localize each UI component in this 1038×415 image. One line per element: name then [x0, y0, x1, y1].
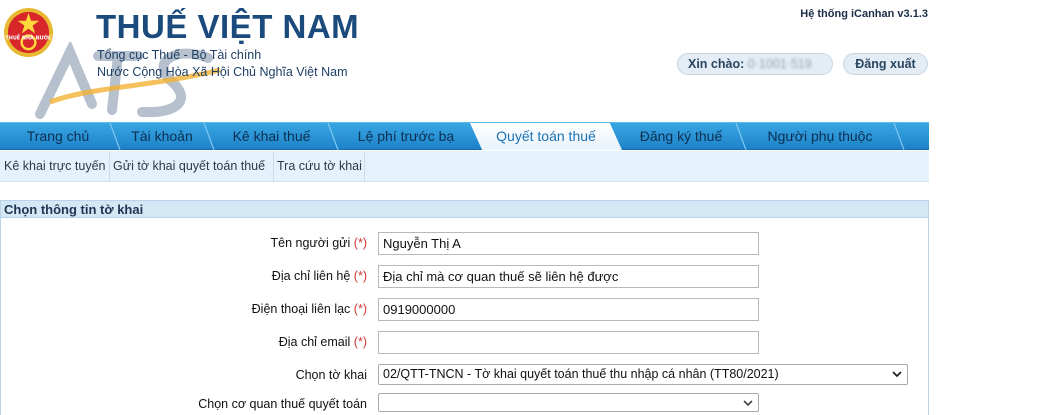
required-mark: (*): [353, 269, 367, 283]
required-mark: (*): [353, 302, 367, 316]
sender-name-input[interactable]: Nguyễn Thị A: [378, 232, 759, 255]
required-mark: (*): [353, 335, 367, 349]
sub-nav-online-declaration[interactable]: Kê khai trực tuyến: [0, 151, 110, 182]
site-header: THUẾ NHÀ NƯỚC THUẾ VIỆT NAM Tổng cục Thu…: [0, 0, 1038, 120]
email-input[interactable]: [378, 331, 759, 354]
nav-tab-home[interactable]: Trang chủ: [0, 123, 116, 150]
field-label: Địa chỉ liên hệ (*): [272, 269, 367, 283]
sub-nav-lookup-declaration[interactable]: Tra cứu tờ khai: [274, 151, 365, 182]
nav-separator: [893, 123, 905, 150]
field-label-text: Tên người gửi: [270, 236, 351, 250]
form-row-sender-name: Tên người gửi (*) Nguyễn Thị A: [1, 232, 929, 255]
form-row-tax-office: Chọn cơ quan thuế quyết toán: [1, 393, 929, 415]
emblem-icon: THUẾ NHÀ NƯỚC: [3, 7, 54, 58]
field-label: Chọn tờ khai: [295, 368, 367, 382]
field-label-text: Địa chỉ email: [278, 335, 351, 349]
main-nav: Trang chủ Tài khoản Kê khai thuế Lệ phí …: [0, 122, 929, 150]
greeting-username: 0·1001·519: [747, 57, 812, 71]
logout-button[interactable]: Đăng xuất: [843, 53, 928, 75]
declaration-form-panel: Chọn thông tin tờ khai Tên người gửi (*)…: [0, 200, 929, 415]
form-row-phone: Điện thoại liên lạc (*) 0919000000: [1, 298, 929, 321]
greeting-label: Xin chào:: [688, 57, 745, 71]
emblem-text: THUẾ NHÀ NƯỚC: [5, 33, 52, 41]
nav-tab-registration-fee[interactable]: Lệ phí trước bạ: [336, 123, 476, 150]
form-row-email: Địa chỉ email (*): [1, 331, 929, 354]
tax-office-select[interactable]: [378, 393, 759, 412]
field-label: Chọn cơ quan thuế quyết toán: [198, 397, 367, 411]
field-label: Địa chỉ email (*): [279, 335, 367, 349]
phone-input[interactable]: 0919000000: [378, 298, 759, 321]
field-label: Tên người gửi (*): [270, 236, 367, 250]
nav-tab-declare-tax[interactable]: Kê khai thuế: [210, 123, 333, 150]
contact-address-input[interactable]: Địa chỉ mà cơ quan thuế sẽ liên hệ được: [378, 265, 759, 288]
chevron-down-icon: [892, 371, 902, 378]
field-label-text: Điện thoại liên lạc: [251, 302, 351, 316]
site-subtitle-ministry: Tổng cục Thuế - Bộ Tài chính: [97, 48, 262, 62]
sub-nav-send-finalization[interactable]: Gửi tờ khai quyết toán thuế: [110, 151, 274, 182]
site-title: THUẾ VIỆT NAM: [96, 8, 360, 45]
system-version: Hệ thống iCanhan v3.1.3: [800, 8, 928, 20]
select-value: 02/QTT-TNCN - Tờ khai quyết toán thuế th…: [383, 367, 779, 381]
nav-tab-dependents[interactable]: Người phụ thuộc: [742, 123, 898, 150]
field-label: Điện thoại liên lạc (*): [252, 302, 367, 316]
nav-tab-tax-registration[interactable]: Đăng ký thuế: [622, 123, 740, 150]
declaration-type-select[interactable]: 02/QTT-TNCN - Tờ khai quyết toán thuế th…: [378, 364, 908, 385]
field-label-text: Địa chỉ liên hệ: [271, 269, 351, 283]
required-mark: (*): [353, 236, 367, 250]
greeting-box: Xin chào: 0·1001·519: [677, 53, 833, 75]
nav-tab-account[interactable]: Tài khoản: [116, 123, 208, 150]
nav-tab-tax-finalization[interactable]: Quyết toán thuế: [470, 123, 622, 150]
form-row-declaration-type: Chọn tờ khai 02/QTT-TNCN - Tờ khai quyết…: [1, 364, 929, 387]
site-subtitle-country: Nước Cộng Hòa Xã Hội Chủ Nghĩa Việt Nam: [97, 65, 348, 79]
chevron-down-icon: [743, 400, 753, 407]
form-row-contact-address: Địa chỉ liên hệ (*) Địa chỉ mà cơ quan t…: [1, 265, 929, 288]
sub-nav: Kê khai trực tuyến Gửi tờ khai quyết toá…: [0, 151, 929, 182]
panel-title: Chọn thông tin tờ khai: [1, 201, 928, 218]
